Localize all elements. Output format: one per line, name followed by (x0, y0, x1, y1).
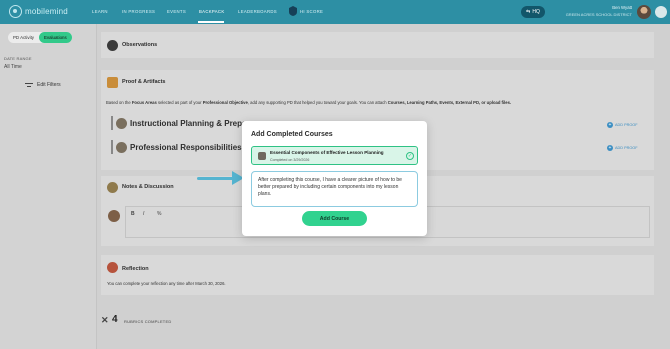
link-button[interactable]: % (157, 211, 161, 217)
app-logo[interactable]: mobilemind (9, 5, 68, 18)
filter-icon (25, 82, 33, 88)
nav-hi-score[interactable]: HI SCORE (300, 9, 323, 14)
rubrics-label: RUBRICS COMPLETED (124, 319, 172, 324)
activity-tabs: PD Activity Evaluations (8, 32, 72, 43)
reflection-description: You can complete your reflection any tim… (107, 281, 226, 286)
course-icon (258, 152, 266, 160)
logo-icon (9, 5, 22, 18)
binoculars-icon (107, 40, 118, 51)
proof-title: Proof & Artifacts (122, 79, 166, 85)
nav-in-progress[interactable]: IN PROGRESS (122, 9, 155, 14)
course-reflection-textarea[interactable]: After completing this course, I have a c… (251, 171, 418, 207)
hq-switch-icon: ⇆ (526, 9, 531, 15)
tab-pd-activity[interactable]: PD Activity (8, 32, 39, 43)
rubrics-x-icon: ✕ (101, 315, 109, 325)
user-name[interactable]: Ben Wyatt (568, 5, 632, 10)
focus-area-divider (111, 116, 113, 130)
help-icon[interactable] (655, 6, 667, 18)
focus-area-divider (111, 140, 113, 154)
course-completed-date: Completed on 3/29/2026 (270, 157, 310, 162)
user-avatar[interactable] (637, 5, 651, 19)
observations-title: Observations (122, 42, 158, 48)
nav-leaderboards[interactable]: LEADERBOARDS (238, 9, 277, 14)
focus-area-icon (116, 142, 127, 153)
notes-title: Notes & Discussion (122, 184, 174, 190)
tab-evaluations[interactable]: Evaluations (38, 32, 72, 43)
nav-backpack[interactable]: BACKPACK (199, 9, 224, 14)
reflection-title: Reflection (122, 266, 149, 272)
add-proof-label: ADD PROOF (615, 123, 638, 127)
focus-area-icon (116, 118, 127, 129)
box-icon (107, 77, 118, 88)
nav-learn[interactable]: LEARN (92, 9, 108, 14)
add-completed-courses-modal: Add Completed Courses Essential Componen… (242, 121, 427, 236)
commenter-avatar (108, 210, 120, 222)
logo-text: mobilemind (25, 7, 68, 16)
date-range-value[interactable]: All Time (4, 64, 22, 70)
selected-course-card[interactable]: Essential Components of Effective Lesson… (251, 146, 418, 165)
reflection-panel (101, 255, 654, 295)
bold-button[interactable]: B (131, 211, 135, 217)
checkmark-icon[interactable]: ✓ (406, 152, 414, 160)
user-school[interactable]: GREEN ACRES SCHOOL DISTRICT (552, 12, 632, 17)
edit-filters-label: Edit Filters (37, 82, 61, 88)
add-course-button[interactable]: Add Course (302, 211, 367, 226)
reflection-icon (107, 262, 118, 273)
focus-area-title: Instructional Planning & Prepara (130, 119, 255, 128)
hi-score-shield-icon (289, 6, 297, 16)
plus-icon: + (607, 145, 613, 151)
date-range-label: DATE RANGE (4, 56, 32, 61)
italic-button[interactable]: I (143, 211, 144, 217)
add-proof-button[interactable]: + ADD PROOF (607, 122, 638, 128)
edit-filters-button[interactable]: Edit Filters (25, 82, 61, 88)
sidebar (0, 24, 97, 349)
add-proof-button[interactable]: + ADD PROOF (607, 145, 638, 151)
modal-title: Add Completed Courses (251, 131, 333, 138)
proof-description: Based on the Focus Areas selected as par… (106, 100, 512, 105)
course-title: Essential Components of Effective Lesson… (270, 150, 384, 155)
annotation-arrow (197, 177, 235, 180)
observations-panel (101, 32, 654, 58)
focus-area-title: Professional Responsibilities (130, 143, 242, 152)
nav-events[interactable]: EVENTS (167, 9, 186, 14)
rubrics-count: 4 (112, 314, 118, 325)
hq-label: HQ (532, 9, 540, 15)
active-nav-indicator (198, 21, 224, 23)
chat-icon (107, 182, 118, 193)
plus-icon: + (607, 122, 613, 128)
hq-button[interactable]: ⇆ HQ (521, 6, 545, 18)
add-proof-label: ADD PROOF (615, 146, 638, 150)
top-navigation-bar: mobilemind LEARN IN PROGRESS EVENTS BACK… (0, 0, 670, 24)
